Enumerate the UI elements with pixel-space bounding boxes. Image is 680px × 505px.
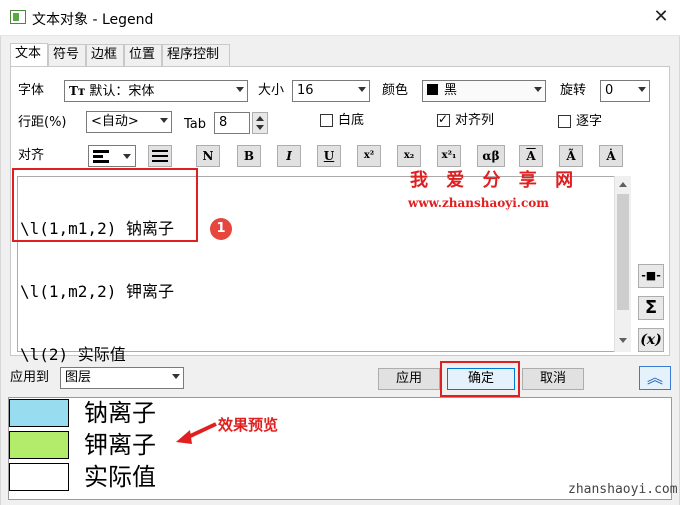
chevron-down-icon (236, 87, 244, 92)
scroll-down-icon[interactable] (619, 338, 627, 343)
editor-line: \l(1,m2,2) 钾离子 (20, 282, 174, 301)
apply-button[interactable]: 应用 (378, 368, 440, 390)
chevron-down-icon (123, 154, 131, 159)
align-label: 对齐 (18, 148, 45, 163)
super-sub-button[interactable]: x²₁ (437, 145, 461, 167)
justify-icon (152, 150, 168, 162)
white-bg-checkbox[interactable] (320, 114, 333, 127)
spin-down-icon[interactable] (256, 125, 264, 130)
color-swatch (427, 84, 438, 95)
bold-button[interactable]: B (237, 145, 261, 167)
tab-text[interactable]: 文本 (10, 43, 48, 67)
tab-value: 8 (219, 115, 228, 130)
superscript-button[interactable]: x² (357, 145, 381, 167)
tab-symbol[interactable]: 符号 (48, 44, 86, 66)
normal-button[interactable]: N (196, 145, 220, 167)
font-value: 默认：宋体 (89, 84, 155, 99)
align-columns-checkbox[interactable] (437, 112, 450, 127)
char-by-char-label: 逐字 (576, 114, 603, 129)
dot-accent-button[interactable]: Ȧ (599, 145, 623, 167)
editor-line: \l(2) 实际值 (20, 345, 126, 364)
annotation-badge-1: 1 (210, 218, 232, 240)
tab-spinner[interactable] (252, 112, 268, 134)
scroll-up-icon[interactable] (619, 182, 627, 187)
watermark-site-name: 我 爱 分 享 网 (410, 170, 580, 191)
scroll-thumb[interactable] (617, 194, 629, 310)
align-select[interactable] (88, 145, 136, 167)
font-label: 字体 (18, 83, 45, 98)
tab-position[interactable]: 位置 (124, 44, 162, 66)
app-icon (10, 10, 26, 24)
underline-button[interactable]: U (317, 145, 341, 167)
subscript-button[interactable]: x₂ (397, 145, 421, 167)
tab-label: Tab (184, 117, 207, 132)
legend-swatch-2 (9, 431, 69, 459)
window-title: 文本对象 - Legend (32, 12, 154, 28)
font-select[interactable]: Tт 默认：宋体 (64, 80, 248, 102)
font-type-icon: Tт (69, 84, 86, 98)
apply-to-value: 图层 (65, 370, 92, 385)
apply-to-select[interactable]: 图层 (60, 367, 184, 389)
color-select[interactable]: 黑 (422, 80, 546, 102)
insert-symbol-button[interactable]: -■- (638, 264, 664, 288)
justify-button[interactable] (148, 145, 172, 167)
chevron-down-icon (534, 87, 542, 92)
collapse-icon[interactable]: ︽ (639, 366, 671, 390)
white-bg-label: 白底 (338, 113, 365, 128)
legend-swatch-1 (9, 399, 69, 427)
line-spacing-select[interactable]: <自动> (86, 111, 172, 133)
size-label: 大小 (258, 83, 285, 98)
legend-swatch-3 (9, 463, 69, 491)
legend-item-1-label: 钠离子 (84, 399, 156, 427)
preview-annotation: 效果预览 (218, 416, 279, 434)
sigma-button[interactable]: Σ (638, 296, 664, 320)
tab-program-control[interactable]: 程序控制 (162, 44, 230, 66)
close-icon[interactable]: ✕ (648, 4, 674, 30)
size-value: 16 (297, 83, 314, 98)
chevron-down-icon (172, 374, 180, 379)
tab-input[interactable]: 8 (214, 112, 250, 134)
variable-button[interactable]: (x) (638, 328, 664, 352)
legend-item-3-label: 实际值 (84, 463, 156, 491)
align-columns-label: 对齐列 (455, 113, 495, 128)
spin-up-icon[interactable] (256, 116, 264, 121)
greek-button[interactable]: αβ (477, 145, 505, 167)
chevron-down-icon (358, 87, 366, 92)
align-left-icon (93, 150, 109, 163)
rotate-select[interactable]: 0 (600, 80, 650, 102)
highlight-box-code (12, 168, 198, 242)
chevron-down-icon (638, 87, 646, 92)
line-spacing-label: 行距(%) (18, 115, 67, 130)
chevron-down-icon (160, 118, 168, 123)
tilde-button[interactable]: Ã (559, 145, 583, 167)
apply-to-label: 应用到 (10, 370, 50, 385)
char-by-char-checkbox[interactable] (558, 115, 571, 128)
tab-border[interactable]: 边框 (86, 44, 124, 66)
color-value: 黑 (444, 83, 458, 98)
overline-button[interactable]: A (519, 145, 543, 167)
color-label: 颜色 (382, 83, 409, 98)
editor-scrollbar[interactable] (614, 176, 631, 352)
cancel-button[interactable]: 取消 (522, 368, 584, 390)
rotate-value: 0 (605, 83, 614, 98)
watermark-url: www.zhanshaoyi.com (408, 196, 549, 210)
legend-item-2-label: 钾离子 (84, 431, 156, 459)
line-spacing-value: <自动> (91, 114, 139, 129)
italic-button[interactable]: I (277, 145, 301, 167)
rotate-label: 旋转 (560, 83, 587, 98)
footer-watermark: zhanshaoyi.com (568, 482, 678, 497)
annotation-arrow-icon (176, 422, 217, 444)
size-select[interactable]: 16 (292, 80, 370, 102)
highlight-box-ok (440, 361, 520, 397)
